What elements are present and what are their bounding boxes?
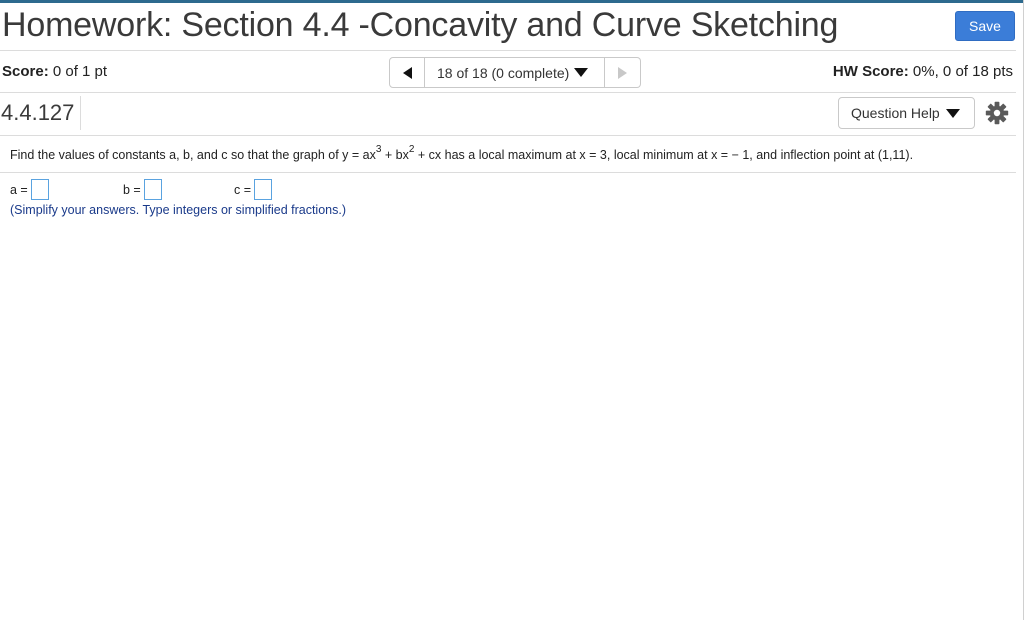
gear-icon[interactable]: [985, 101, 1009, 125]
exponent: 3: [375, 144, 382, 155]
header-divider: [0, 50, 1016, 51]
question-number: 4.4.127: [0, 96, 82, 130]
answer-c: c =: [234, 179, 273, 200]
question-text-part: + cx has a local maximum at x = 3, local…: [414, 148, 914, 163]
answer-c-label: c =: [234, 182, 252, 197]
caret-left-icon: [403, 67, 412, 79]
answer-a-input[interactable]: [30, 179, 49, 200]
exponent: 2: [408, 144, 415, 155]
question-help-dropdown[interactable]: Question Help: [838, 97, 975, 129]
next-question-button[interactable]: [605, 57, 641, 88]
score-display: Score: 0 of 1 pt: [2, 63, 107, 80]
answer-b-label: b =: [123, 182, 141, 197]
answer-b: b =: [123, 179, 162, 200]
hw-score-value: 0%, 0 of 18 pts: [912, 63, 1013, 80]
save-button[interactable]: Save: [955, 11, 1015, 41]
answer-fields: a = b = c =: [10, 179, 310, 201]
caret-down-icon: [945, 108, 960, 118]
caret-right-icon: [618, 67, 627, 79]
previous-question-button[interactable]: [389, 57, 425, 88]
question-text-part: Find the values of constants a, b, and c…: [10, 148, 376, 163]
question-pager: 18 of 18 (0 complete): [389, 57, 641, 88]
answer-hint: (Simplify your answers. Type integers or…: [10, 203, 346, 217]
page-title: Homework: Section 4.4 -Concavity and Cur…: [2, 6, 839, 44]
answer-a-label: a =: [10, 182, 28, 197]
answer-b-input[interactable]: [143, 179, 162, 200]
hw-score-label: HW Score:: [832, 63, 909, 80]
question-select-label: 18 of 18 (0 complete): [437, 64, 570, 81]
question-select-dropdown[interactable]: 18 of 18 (0 complete): [425, 57, 605, 88]
status-divider: [0, 92, 1016, 93]
question-bar-divider: [0, 135, 1016, 136]
caret-down-icon: [574, 68, 589, 77]
answer-c-input[interactable]: [254, 179, 273, 200]
score-label: Score:: [2, 63, 49, 80]
question-divider: [0, 172, 1016, 173]
score-value: 0 of 1 pt: [52, 63, 108, 80]
question-text: Find the values of constants a, b, and c…: [10, 144, 914, 163]
question-text-part: + bx: [381, 148, 409, 163]
question-help-label: Question Help: [851, 105, 940, 121]
answer-a: a =: [10, 179, 49, 200]
top-accent-rule: [0, 0, 1024, 3]
hw-score-display: HW Score: 0%, 0 of 18 pts: [833, 63, 1013, 80]
